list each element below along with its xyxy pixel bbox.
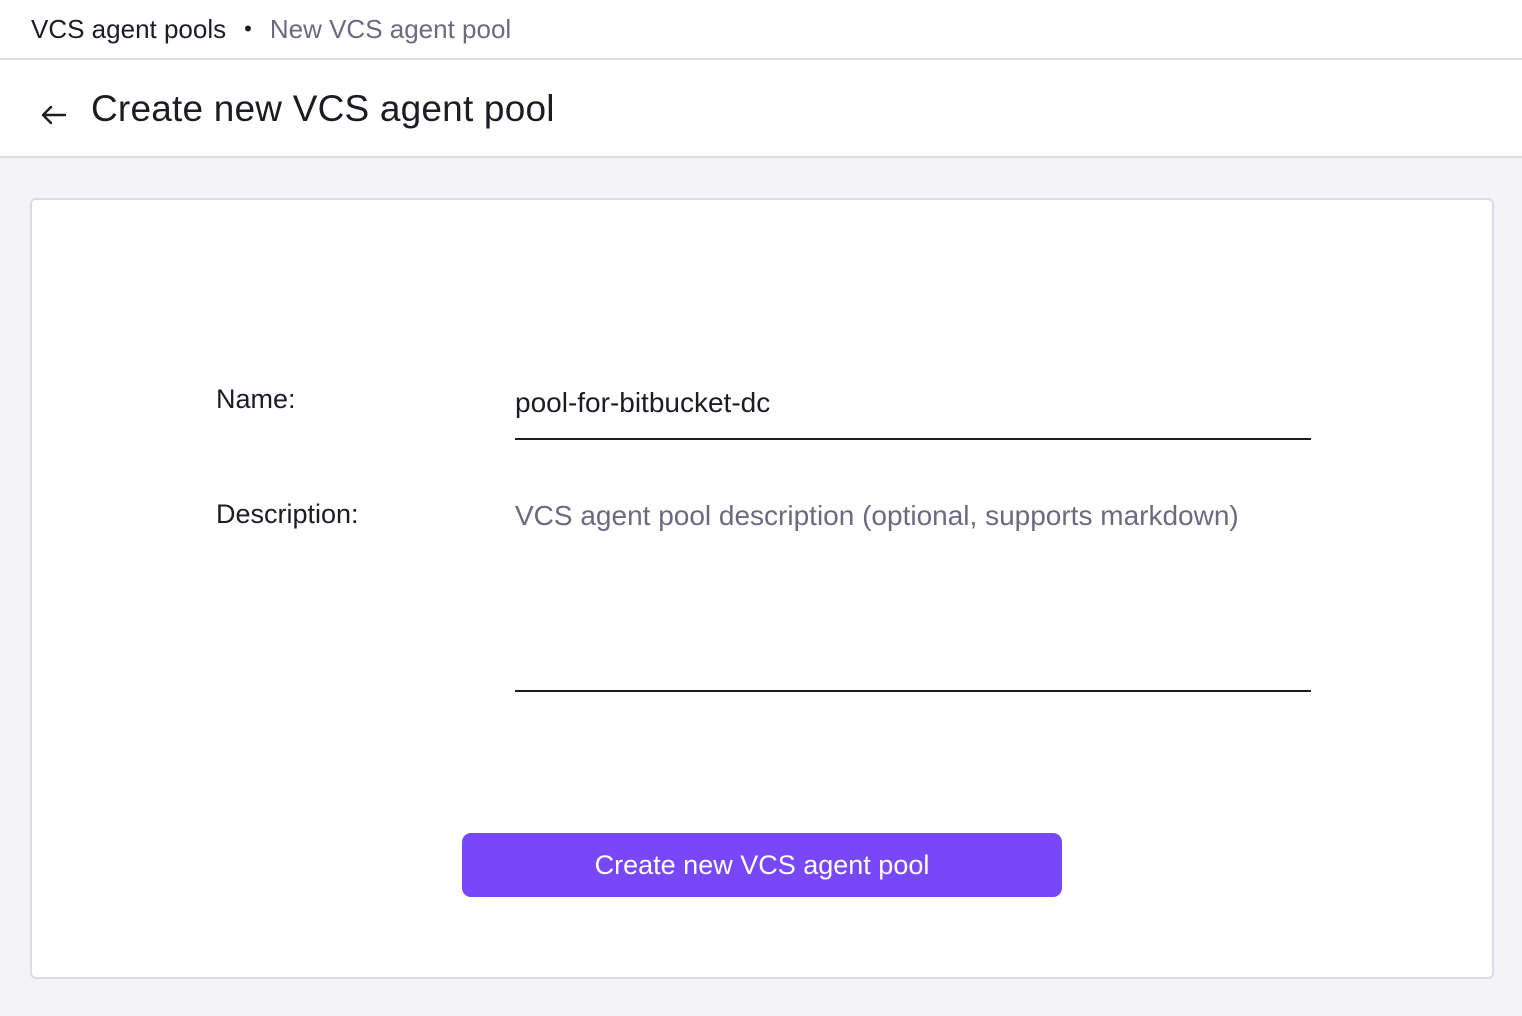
breadcrumb: VCS agent pools • New VCS agent pool (0, 0, 1522, 60)
description-input[interactable] (515, 496, 1311, 692)
back-button[interactable] (36, 100, 70, 134)
name-label: Name: (216, 384, 296, 414)
name-input[interactable] (515, 372, 1311, 440)
arrow-left-icon (39, 104, 67, 131)
form-card: Name: Description: Create new VCS agent … (30, 198, 1494, 979)
create-pool-button[interactable]: Create new VCS agent pool (462, 833, 1062, 897)
page-title: Create new VCS agent pool (91, 88, 555, 129)
page-header: Create new VCS agent pool (0, 60, 1522, 158)
description-label: Description: (216, 499, 359, 529)
breadcrumb-item-vcs-agent-pools[interactable]: VCS agent pools (31, 14, 226, 45)
breadcrumb-separator: • (244, 16, 252, 41)
breadcrumb-item-current: New VCS agent pool (269, 13, 512, 44)
